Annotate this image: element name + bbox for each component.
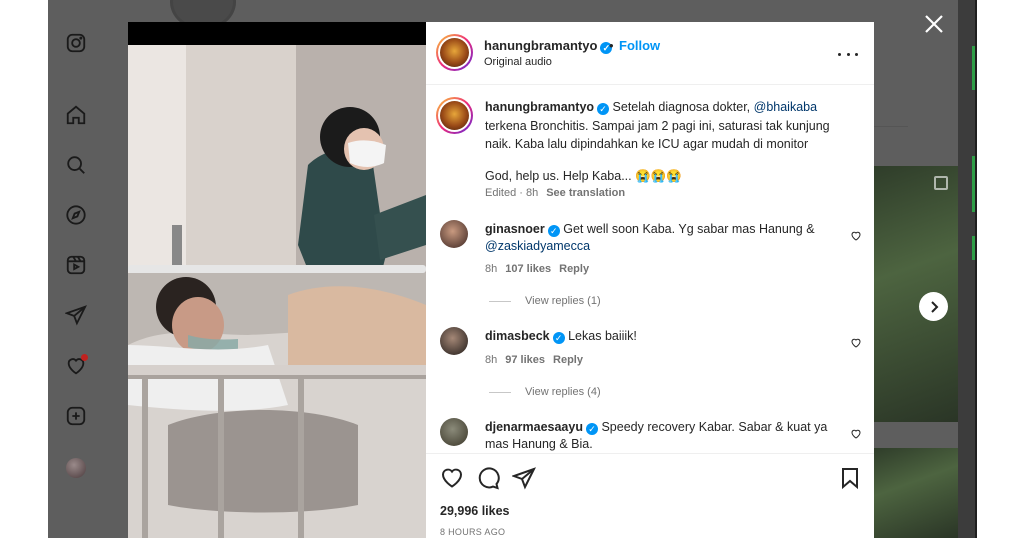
home-icon[interactable] — [64, 103, 88, 127]
verified-icon: ✓ — [547, 225, 560, 237]
caption-text-1: Setelah diagnosa dokter, — [612, 100, 751, 114]
comment-likes[interactable]: 97 likes — [505, 354, 545, 366]
post-timestamp[interactable]: 8 HOURS AGO — [440, 527, 505, 537]
chevron-right-icon — [930, 300, 938, 313]
comment-text: Lekas baiiik! — [568, 329, 637, 343]
send-icon[interactable] — [64, 303, 88, 327]
caption-text-2: terkena Bronchitis. Sampai jam 2 pagi in… — [485, 118, 830, 152]
caption-mention[interactable]: @bhaikaba — [754, 100, 817, 114]
audio-label[interactable]: Original audio — [484, 56, 552, 68]
sidebar-nav — [48, 0, 104, 538]
carousel-icon — [934, 176, 948, 190]
share-send-icon[interactable] — [511, 466, 536, 490]
reply-button[interactable]: Reply — [553, 354, 583, 366]
heart-icon[interactable] — [64, 354, 88, 378]
window-border — [975, 0, 977, 538]
comment-username[interactable]: dimasbeck — [485, 329, 550, 343]
caption-meta: Edited · 8h See translation — [485, 187, 625, 199]
comment-meta: 8h 97 likes Reply — [485, 354, 583, 366]
comment-username[interactable]: djenarmaesaayu — [485, 420, 583, 434]
instagram-icon[interactable] — [64, 31, 88, 55]
comment-like-icon[interactable] — [850, 427, 862, 439]
comment-likes[interactable]: 107 likes — [505, 263, 551, 275]
comment-time[interactable]: 8h — [485, 263, 497, 275]
comment-item: dimasbeck ✓ Lekas baiiik! — [485, 328, 835, 345]
like-heart-icon[interactable] — [440, 466, 464, 490]
view-replies-button[interactable]: View replies (1) — [489, 295, 601, 307]
close-icon[interactable] — [923, 13, 945, 35]
comments-scroll-area[interactable]: hanungbramantyo ✓ Setelah diagnosa dokter… — [426, 85, 874, 453]
comment-item: ginasnoer ✓ Get well soon Kaba. Yg sabar … — [485, 221, 835, 255]
see-translation-button[interactable]: See translation — [546, 187, 625, 199]
post-actions: 29,996 likes 8 HOURS AGO — [426, 453, 874, 538]
caption-text-3: God, help us. Help Kaba... 😭😭😭 — [485, 168, 682, 183]
follow-button[interactable]: Follow — [619, 38, 660, 53]
commenter-avatar[interactable] — [440, 220, 468, 248]
notification-dot — [81, 354, 88, 361]
comment-username[interactable]: ginasnoer — [485, 222, 545, 236]
next-post-button[interactable] — [919, 292, 948, 321]
reply-button[interactable]: Reply — [559, 263, 589, 275]
comment-like-icon[interactable] — [850, 229, 862, 241]
post-header: hanungbramantyo ✓ • Follow Original audio — [426, 22, 874, 85]
verified-icon: ✓ — [597, 103, 610, 115]
post-photo — [128, 45, 426, 538]
reels-icon[interactable] — [64, 253, 88, 277]
caption-author-avatar[interactable] — [436, 97, 473, 134]
window-edge — [958, 0, 977, 538]
likes-count[interactable]: 29,996 likes — [440, 504, 510, 518]
search-icon[interactable] — [64, 153, 88, 177]
comment-text: Get well soon Kaba. Yg sabar mas Hanung … — [563, 222, 815, 236]
comment-mention[interactable]: @zaskiadyamecca — [485, 239, 590, 253]
comment-meta: 8h 107 likes Reply — [485, 263, 589, 275]
author-username[interactable]: hanungbramantyo ✓ — [484, 38, 613, 54]
comment-time[interactable]: 8h — [485, 354, 497, 366]
more-options-icon[interactable] — [838, 44, 858, 64]
commenter-avatar[interactable] — [440, 418, 468, 446]
background-thumbnail — [874, 448, 958, 538]
post-media[interactable] — [128, 22, 426, 538]
view-replies-button[interactable]: View replies (4) — [489, 386, 601, 398]
bookmark-icon[interactable] — [838, 466, 862, 490]
explore-icon[interactable] — [64, 203, 88, 227]
comment-bubble-icon[interactable] — [476, 466, 500, 490]
commenter-avatar[interactable] — [440, 327, 468, 355]
comment-like-icon[interactable] — [850, 336, 862, 348]
profile-avatar[interactable] — [66, 458, 86, 478]
caption-username[interactable]: hanungbramantyo — [485, 100, 594, 114]
author-avatar[interactable] — [436, 34, 473, 71]
create-icon[interactable] — [64, 404, 88, 428]
post-caption: hanungbramantyo ✓ Setelah diagnosa dokter… — [485, 98, 845, 185]
verified-icon: ✓ — [552, 332, 565, 344]
post-detail-panel: hanungbramantyo ✓ • Follow Original audio… — [426, 22, 874, 538]
verified-icon: ✓ — [585, 423, 598, 435]
separator-dot: • — [609, 38, 614, 53]
comment-item: djenarmaesaayu ✓ Speedy recovery Kabar. S… — [485, 419, 835, 453]
caption-time[interactable]: Edited · 8h — [485, 187, 538, 199]
background-thumbnail — [874, 166, 958, 422]
